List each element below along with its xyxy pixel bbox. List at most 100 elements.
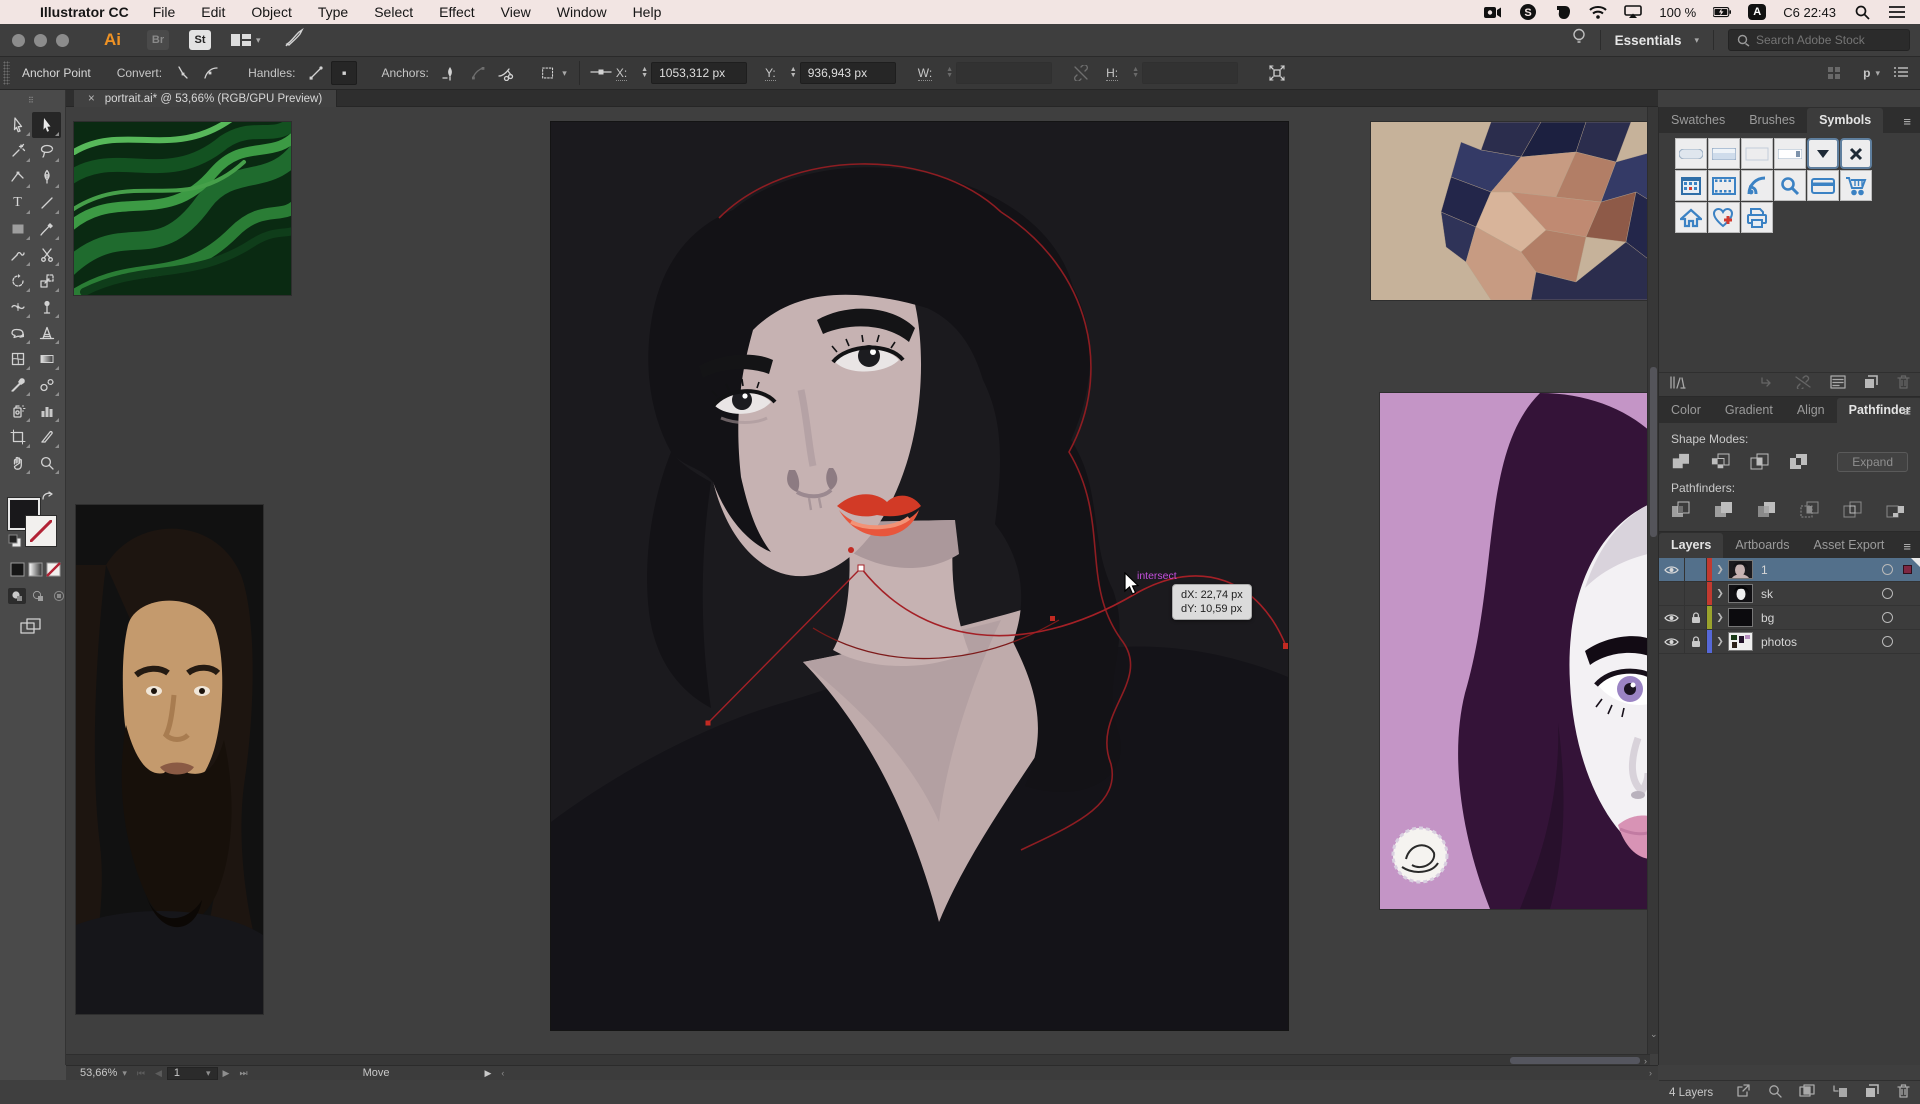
prev-artboard-button[interactable]: ◀: [155, 1068, 162, 1079]
airplay-display-icon[interactable]: [1624, 4, 1642, 20]
wifi-icon[interactable]: [1589, 4, 1607, 20]
perspective-grid-tool[interactable]: [32, 320, 61, 346]
symbol-home[interactable]: [1675, 202, 1707, 233]
touch-workspace-icon[interactable]: [1821, 61, 1847, 85]
mesh-tool[interactable]: [3, 346, 32, 372]
arrange-documents-button[interactable]: ▾: [231, 32, 261, 48]
magic-wand-tool[interactable]: [3, 138, 32, 164]
controlbar-grip[interactable]: [3, 61, 10, 85]
convert-to-corner-button[interactable]: [170, 61, 196, 85]
symbol-button-bar[interactable]: [1675, 138, 1707, 169]
puppet-warp-tool[interactable]: [32, 294, 61, 320]
tab-layers[interactable]: Layers: [1659, 533, 1723, 558]
layer-photos-visibility-toggle[interactable]: [1659, 630, 1685, 653]
zoom-dropdown-chevron[interactable]: ▾: [122, 1068, 127, 1079]
merge-button[interactable]: [1757, 501, 1779, 519]
menu-edit[interactable]: Edit: [201, 4, 225, 20]
artboard[interactable]: [551, 122, 1288, 1030]
shape-builder-tool[interactable]: [3, 320, 32, 346]
adobe-stock-search[interactable]: [1728, 29, 1910, 51]
layer-1-visibility-toggle[interactable]: [1659, 558, 1685, 581]
symbol-frame[interactable]: [1741, 138, 1773, 169]
column-graph-tool[interactable]: [32, 398, 61, 424]
layer-bg-thumbnail[interactable]: [1728, 608, 1753, 627]
hand-tool[interactable]: [3, 450, 32, 476]
vertical-scrollbar-thumb[interactable]: [1650, 367, 1657, 537]
gradient-tool[interactable]: [32, 346, 61, 372]
app-menu-title[interactable]: Illustrator CC: [40, 4, 129, 20]
pathfinder-panel-menu-icon[interactable]: ≡: [1903, 404, 1912, 419]
default-fill-stroke-icon[interactable]: [8, 534, 22, 553]
place-symbol-instance-icon[interactable]: [1760, 375, 1776, 394]
constrain-proportions-icon[interactable]: [1068, 61, 1094, 85]
controlbar-menu-icon[interactable]: [1894, 66, 1908, 81]
type-tool[interactable]: T: [3, 190, 32, 216]
make-clipping-mask-icon[interactable]: [1799, 1084, 1815, 1101]
stroke-color-swatch[interactable]: [26, 516, 56, 546]
symbol-magnifier[interactable]: [1774, 170, 1806, 201]
status-play-icon[interactable]: ▶: [484, 1068, 491, 1079]
tab-align[interactable]: Align: [1785, 398, 1837, 423]
stock-button[interactable]: St: [189, 30, 211, 50]
window-close-button[interactable]: [12, 34, 25, 47]
outline-button[interactable]: [1843, 501, 1865, 519]
symbol-printer[interactable]: [1741, 202, 1773, 233]
symbol-options-icon[interactable]: [1830, 375, 1846, 394]
layer-photos-lock-toggle[interactable]: [1685, 630, 1707, 653]
trim-button[interactable]: [1714, 501, 1736, 519]
symbol-sprayer-tool[interactable]: [3, 398, 32, 424]
draw-behind-button[interactable]: [29, 588, 47, 604]
window-zoom-button[interactable]: [56, 34, 69, 47]
artboard-dropdown-chevron[interactable]: ▾: [206, 1068, 211, 1079]
menu-window[interactable]: Window: [557, 4, 607, 20]
reference-image-purple-portrait[interactable]: [1380, 393, 1652, 909]
curvature-tool[interactable]: [3, 164, 32, 190]
y-value-field[interactable]: 936,943 px: [800, 62, 896, 84]
reference-image-lowpoly-portrait[interactable]: ⌃: [1371, 122, 1652, 300]
y-label[interactable]: Y:: [765, 66, 776, 81]
scale-tool[interactable]: [32, 268, 61, 294]
layer-sk-thumbnail[interactable]: [1728, 584, 1753, 603]
status-back-chevron[interactable]: ‹: [501, 1068, 504, 1078]
status-forward-chevron[interactable]: ›: [1649, 1068, 1652, 1078]
symbol-heart-plus[interactable]: [1708, 202, 1740, 233]
symbol-shopping-cart[interactable]: [1840, 170, 1872, 201]
w-label[interactable]: W:: [918, 66, 932, 81]
canvas-area[interactable]: ⌃ intersect dX: 22,74 px d: [66, 107, 1658, 1065]
create-sublayer-icon[interactable]: [1832, 1084, 1848, 1101]
transform-panel-icon[interactable]: [1264, 61, 1290, 85]
reference-point-icon[interactable]: [590, 66, 612, 81]
layer-1-target-circle[interactable]: [1882, 564, 1893, 575]
menu-select[interactable]: Select: [374, 4, 413, 20]
color-mode-button[interactable]: [10, 562, 25, 582]
layer-sk-lock-toggle[interactable]: [1685, 582, 1707, 605]
break-symbol-link-icon[interactable]: [1794, 375, 1812, 394]
create-new-layer-icon[interactable]: [1865, 1084, 1880, 1101]
window-minimize-button[interactable]: [34, 34, 47, 47]
tab-artboards[interactable]: Artboards: [1723, 533, 1801, 558]
lasso-tool[interactable]: [32, 138, 61, 164]
next-artboard-button[interactable]: ▶: [223, 1068, 230, 1079]
layer-photos-name[interactable]: photos: [1761, 635, 1797, 649]
layer-photos-expand-chevron[interactable]: ❯: [1712, 636, 1728, 647]
exclude-button[interactable]: [1788, 453, 1810, 471]
reference-image-green-swirls[interactable]: [74, 122, 291, 295]
direct-selection-tool[interactable]: [32, 112, 61, 138]
symbol-calendar[interactable]: [1675, 170, 1707, 201]
none-mode-button[interactable]: [46, 562, 61, 582]
menu-help[interactable]: Help: [633, 4, 662, 20]
swap-fill-stroke-icon[interactable]: [40, 490, 56, 509]
tab-brushes[interactable]: Brushes: [1737, 108, 1807, 133]
layer-photos-thumbnail[interactable]: [1728, 632, 1753, 651]
delete-layer-icon[interactable]: [1897, 1084, 1910, 1101]
expand-button[interactable]: Expand: [1837, 452, 1908, 472]
selection-tool[interactable]: [3, 112, 32, 138]
delete-symbol-icon[interactable]: [1897, 375, 1910, 394]
symbols-panel-menu-icon[interactable]: ≡: [1903, 114, 1912, 129]
symbol-text-field[interactable]: [1774, 138, 1806, 169]
menu-object[interactable]: Object: [251, 4, 291, 20]
layer-bg-lock-toggle[interactable]: [1685, 606, 1707, 629]
symbol-dropdown-button[interactable]: [1807, 138, 1839, 169]
symbol-credit-card[interactable]: [1807, 170, 1839, 201]
crop-button[interactable]: [1800, 501, 1822, 519]
